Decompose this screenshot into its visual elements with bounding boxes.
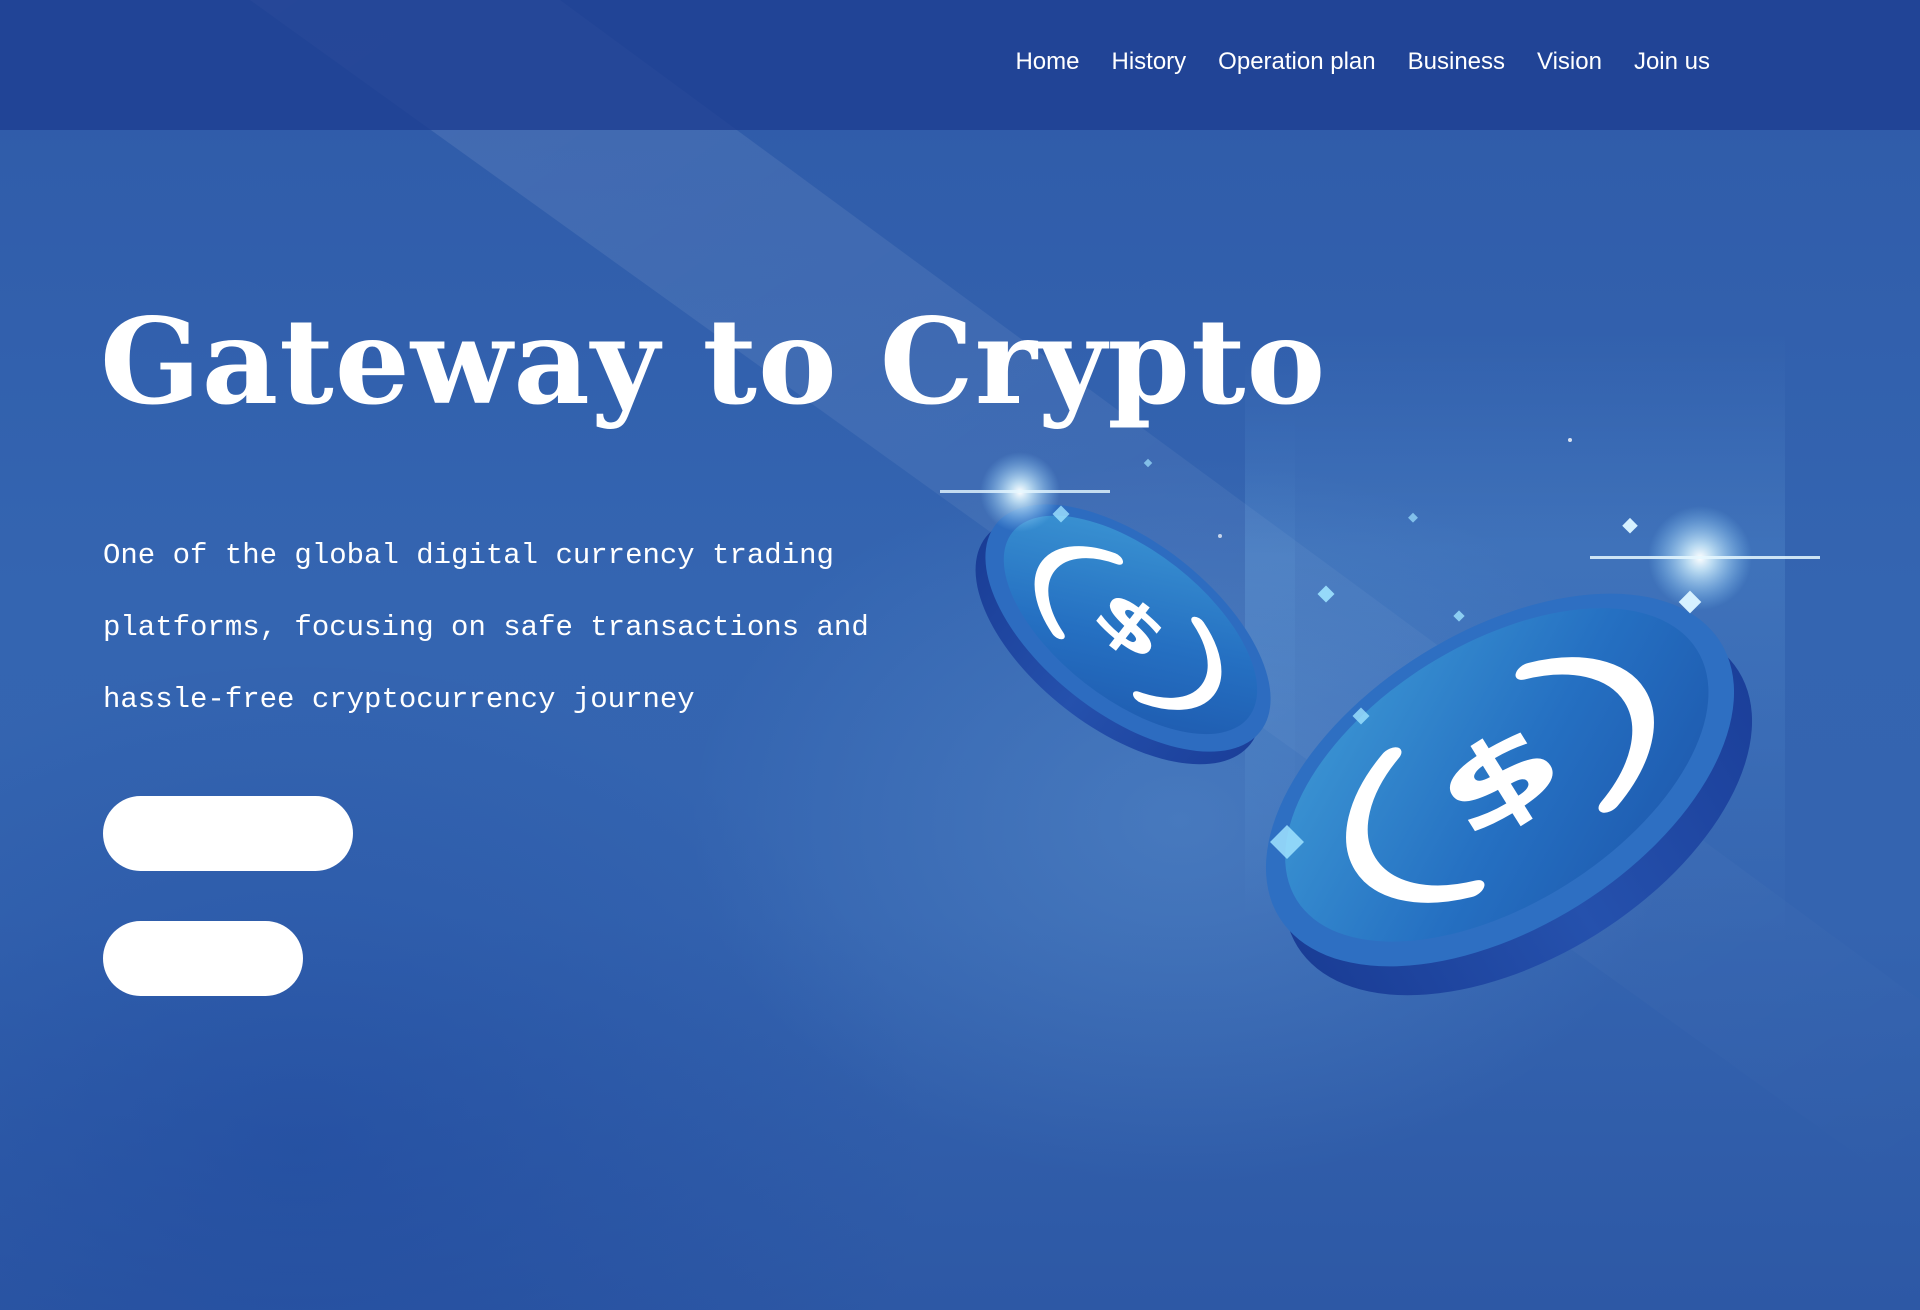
landing-page: Home History Operation plan Business Vis… — [0, 0, 1920, 1310]
hero-subtitle: One of the global digital currency tradi… — [103, 539, 869, 716]
crypto-coins-illustration: $ $ — [940, 438, 1820, 996]
nav-vision[interactable]: Vision — [1537, 44, 1602, 80]
secondary-cta-button[interactable] — [103, 921, 303, 996]
site-header: Home History Operation plan Business Vis… — [0, 0, 1920, 130]
nav-operation-plan[interactable]: Operation plan — [1218, 44, 1375, 80]
main-nav: Home History Operation plan Business Vis… — [1015, 44, 1710, 80]
primary-cta-button[interactable] — [103, 796, 353, 871]
nav-home[interactable]: Home — [1015, 44, 1079, 80]
nav-history[interactable]: History — [1112, 44, 1187, 80]
nav-business[interactable]: Business — [1408, 44, 1505, 80]
nav-join-us[interactable]: Join us — [1634, 44, 1710, 80]
